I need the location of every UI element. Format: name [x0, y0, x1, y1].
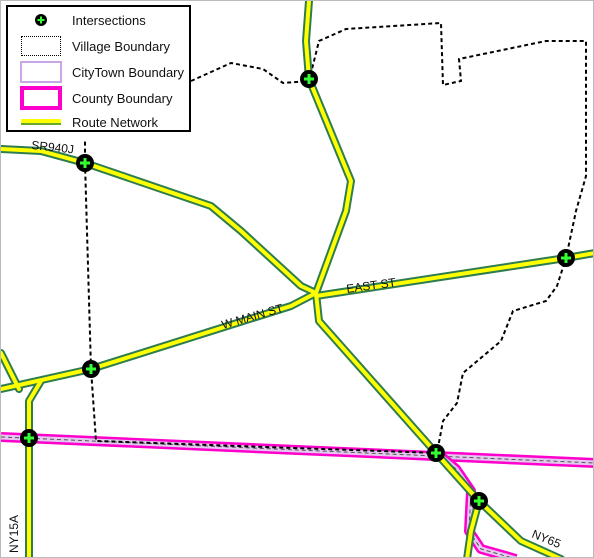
county-boundary [1, 432, 593, 557]
label-w-main-st: W MAIN ST [220, 301, 285, 332]
label-east-st: EAST ST [345, 275, 397, 296]
intersection-point[interactable] [20, 429, 38, 447]
legend-item-village-boundary: Village Boundary [8, 33, 189, 59]
map-view[interactable]: SR940J W MAIN ST EAST ST NY15A NY65 Inte… [0, 0, 594, 558]
green-cross-point-icon [35, 14, 47, 26]
purple-polygon-icon [20, 61, 62, 83]
legend-item-intersections: Intersections [8, 7, 189, 33]
intersection-point[interactable] [300, 70, 318, 88]
label-ny15a: NY15A [7, 515, 21, 553]
legend-item-county-boundary: County Boundary [8, 85, 189, 111]
legend: Intersections Village Boundary CityTown … [6, 5, 191, 132]
legend-item-citytown-boundary: CityTown Boundary [8, 59, 189, 85]
intersection-point[interactable] [82, 360, 100, 378]
intersection-point[interactable] [427, 444, 445, 462]
intersection-point[interactable] [76, 154, 94, 172]
legend-item-route-network: Route Network [8, 111, 189, 133]
intersection-point[interactable] [557, 249, 575, 267]
intersection-point[interactable] [470, 492, 488, 510]
magenta-polygon-icon [20, 86, 62, 110]
dashed-black-polygon-icon [21, 36, 61, 56]
yellow-green-line-icon [21, 119, 61, 125]
